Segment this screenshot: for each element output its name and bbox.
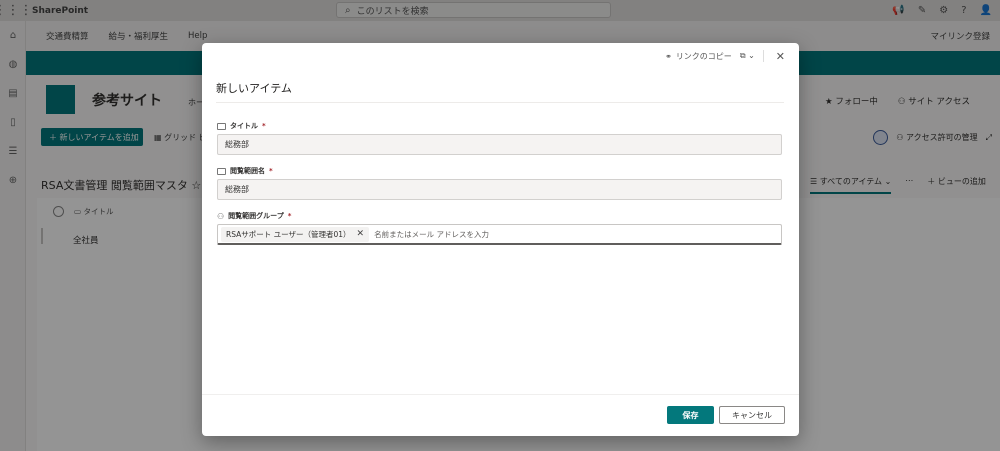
form-settings-icon[interactable]: ⧉ ⌄ <box>740 51 755 61</box>
field-label-range-group-text: 閲覧範囲グループ <box>228 212 284 220</box>
range-name-field-value: 総務部 <box>225 185 249 194</box>
field-label-title-text: タイトル <box>230 122 258 130</box>
field-label-range-group: ⚇ 閲覧範囲グループ * <box>217 211 291 221</box>
save-button[interactable]: 保存 <box>667 406 714 424</box>
people-picker[interactable]: RSAサポート ユーザー（管理者01） ✕ 名前またはメール アドレスを入力 <box>217 224 782 245</box>
people-picker-placeholder: 名前またはメール アドレスを入力 <box>374 229 489 239</box>
cancel-button[interactable]: キャンセル <box>719 406 785 424</box>
dialog-divider <box>216 102 784 103</box>
toolbar-divider <box>762 50 764 62</box>
title-field-value: 総務部 <box>225 140 249 149</box>
dialog-title: 新しいアイテム <box>216 82 292 95</box>
required-mark: * <box>287 212 292 220</box>
footer-divider <box>202 394 799 395</box>
required-mark: * <box>262 122 266 130</box>
field-label-range-name-text: 閲覧範囲名 <box>230 167 265 175</box>
person-icon: ⚇ <box>217 211 225 221</box>
copy-link-button[interactable]: ⚭ リンクのコピー <box>665 51 732 62</box>
field-label-title: タイトル * <box>217 121 266 131</box>
selected-person-name: RSAサポート ユーザー（管理者01） <box>226 229 351 239</box>
field-label-range-name: 閲覧範囲名 * <box>217 166 273 176</box>
text-field-icon <box>217 167 226 175</box>
text-field-icon <box>217 122 226 130</box>
link-icon: ⚭ <box>665 51 672 61</box>
required-mark: * <box>269 167 273 175</box>
close-icon[interactable]: ✕ <box>776 50 785 63</box>
dialog-toolbar: ⚭ リンクのコピー ⧉ ⌄ ✕ <box>202 43 799 69</box>
title-field[interactable]: 総務部 <box>217 134 782 155</box>
new-item-dialog: ⚭ リンクのコピー ⧉ ⌄ ✕ 新しいアイテム タイトル * 総務部 閲覧範囲名 … <box>202 43 799 436</box>
remove-person-icon[interactable]: ✕ <box>357 229 365 239</box>
copy-link-label: リンクのコピー <box>675 51 732 61</box>
range-name-field[interactable]: 総務部 <box>217 179 782 200</box>
selected-person-pill[interactable]: RSAサポート ユーザー（管理者01） ✕ <box>221 226 370 242</box>
